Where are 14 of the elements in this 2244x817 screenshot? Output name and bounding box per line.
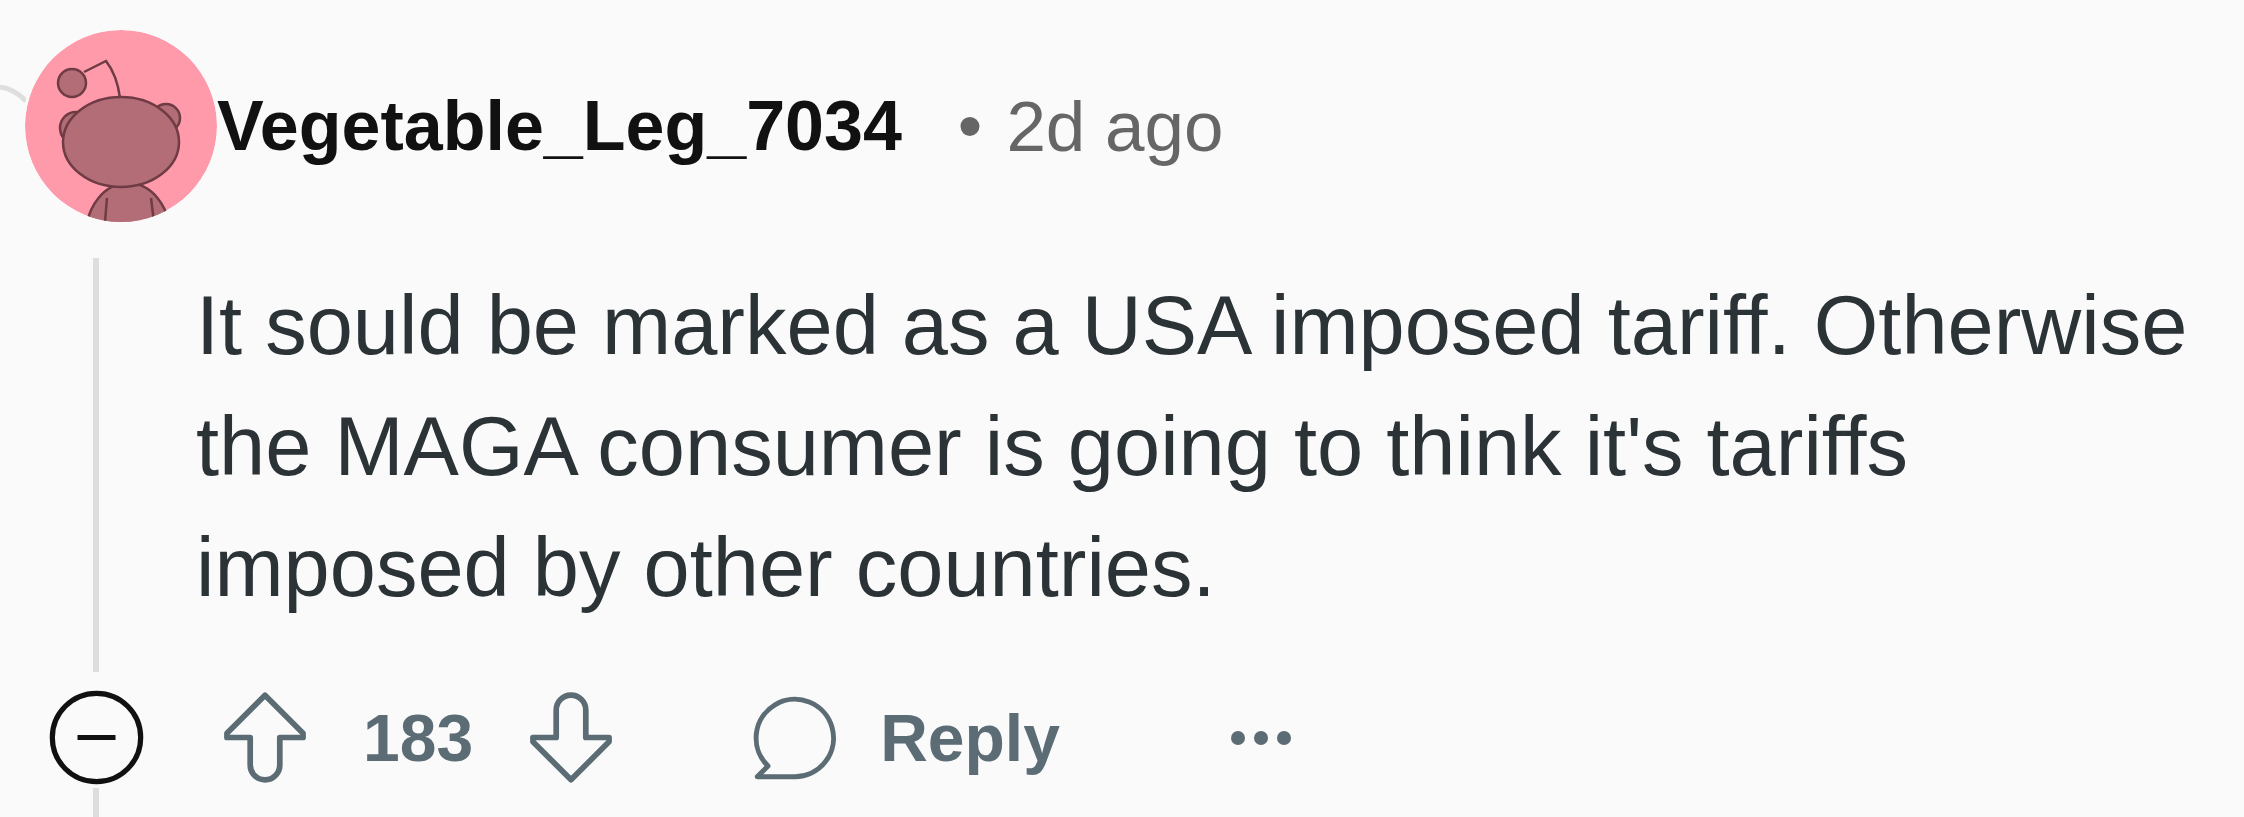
avatar-icon[interactable] bbox=[25, 30, 217, 222]
upvote-button[interactable] bbox=[222, 691, 308, 784]
downvote-button[interactable] bbox=[528, 691, 615, 784]
minus-circle-icon bbox=[49, 690, 144, 785]
upvote-icon bbox=[222, 691, 308, 784]
reply-button[interactable]: Reply bbox=[750, 692, 1060, 783]
collapse-button[interactable] bbox=[49, 690, 144, 785]
more-options-icon bbox=[1229, 729, 1292, 746]
downvote-icon bbox=[528, 691, 615, 784]
more-options-button[interactable] bbox=[1229, 729, 1292, 746]
vote-count: 183 bbox=[363, 704, 474, 771]
thread-connector bbox=[0, 84, 26, 104]
separator-dot: • bbox=[957, 91, 983, 161]
comment-text: It sould be marked as a USA imposed tariff. Otherwise the MAGA consumer is going to think it's tariffs imposed by other countries. bbox=[196, 278, 2189, 616]
